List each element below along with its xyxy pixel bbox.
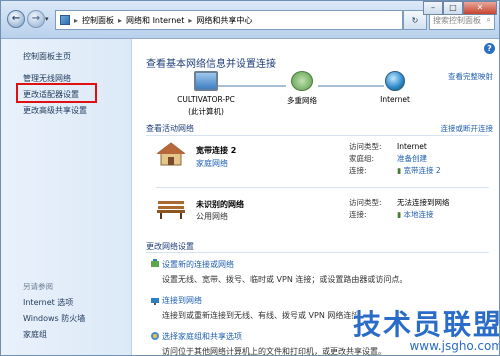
refresh-icon: ↻ (411, 15, 419, 25)
window-controls: – □ ✕ (423, 1, 497, 15)
network-home: 宽带连接 2 家庭网络 访问类型: Internet 家庭组: 准备创建 连接: ▮ … (156, 141, 441, 181)
see-also-heading: 另请参阅 (23, 282, 53, 291)
highlight-box (16, 83, 97, 103)
watermark: 技术员联盟 www.jsgho.com (352, 303, 500, 353)
breadcrumb-control-panel[interactable]: 控制面板 (82, 15, 114, 26)
close-button[interactable]: ✕ (463, 1, 497, 15)
watermark-text: 技术员联盟 (352, 308, 500, 341)
connect-disconnect-link[interactable]: 连接或断开连接 (441, 123, 494, 134)
network-type-home-link[interactable]: 家庭网络 (196, 158, 228, 169)
breadcrumb-network-internet[interactable]: 网络和 Internet (126, 15, 184, 26)
network-name-unidentified: 未识别的网络 (196, 200, 244, 209)
globe-icon (385, 71, 405, 91)
map-node-multiple-networks[interactable]: 多重网络 (272, 71, 332, 106)
breadcrumb-network-sharing-center[interactable]: 网络和共享中心 (196, 15, 252, 26)
new-connection-icon (151, 259, 159, 267)
back-button[interactable]: ← (7, 10, 25, 28)
task-setup-connection: 设置新的连接或网络 设置无线、宽带、拨号、临时或 VPN 连接；或设置路由器或访… (151, 259, 452, 285)
sidebar: 控制面板主页 管理无线网络 更改适配器设置 更改高级共享设置 另请参阅 Inte… (1, 39, 132, 355)
broadband-connection-link[interactable]: 宽带连接 2 (404, 166, 441, 175)
maximize-button[interactable]: □ (443, 1, 463, 15)
sidebar-item-homegroup[interactable]: 家庭组 (23, 329, 47, 340)
homegroup-icon (151, 332, 159, 340)
minimize-button[interactable]: – (423, 1, 443, 15)
active-networks-heading: 查看活动网络 (146, 124, 194, 133)
network-type-public: 公用网络 (196, 212, 228, 221)
change-settings-heading: 更改网络设置 (146, 242, 194, 251)
public-network-bench-icon (157, 201, 185, 219)
search-icon: ⌕ (486, 15, 491, 24)
page-title: 查看基本网络信息并设置连接 (146, 59, 276, 70)
network-map: CULTIVATOR-PC (此计算机) 多重网络 Internet (146, 71, 486, 121)
address-bar[interactable]: ▸ 控制面板 ▸ 网络和 Internet ▸ 网络和共享中心 (55, 10, 403, 30)
home-network-icon (156, 142, 186, 166)
network-hub-icon (291, 71, 313, 91)
homegroup-ready-link[interactable]: 准备创建 (397, 154, 427, 163)
help-icon[interactable]: ? (484, 43, 495, 54)
network-sharing-center-window: ← → ▾ ▸ 控制面板 ▸ 网络和 Internet ▸ 网络和共享中心 ↻ … (0, 0, 500, 356)
sidebar-item-control-panel-home[interactable]: 控制面板主页 (23, 51, 71, 62)
network-unidentified: 未识别的网络 公用网络 访问类型: 无法连接到网络 连接: ▮ 本地连接 (156, 197, 450, 233)
connect-network-icon (151, 298, 159, 305)
computer-icon (194, 71, 218, 91)
map-node-pc[interactable]: CULTIVATOR-PC (此计算机) (166, 71, 246, 117)
setup-connection-link[interactable]: 设置新的连接或网络 (162, 259, 452, 270)
sidebar-item-advanced-sharing[interactable]: 更改高级共享设置 (23, 105, 87, 116)
network-name-broadband: 宽带连接 2 (196, 146, 237, 155)
map-node-internet[interactable]: Internet (370, 71, 420, 104)
network-properties: 访问类型: 无法连接到网络 连接: ▮ 本地连接 (349, 198, 450, 219)
connection-icon: ▮ (397, 210, 402, 219)
title-bar: ← → ▾ ▸ 控制面板 ▸ 网络和 Internet ▸ 网络和共享中心 ↻ … (1, 1, 499, 39)
main-content: ? 查看基本网络信息并设置连接 查看完整映射 CULTIVATOR-PC (此计… (132, 39, 499, 355)
sidebar-item-internet-options[interactable]: Internet 选项 (23, 297, 73, 308)
connection-icon: ▮ (397, 166, 402, 175)
control-panel-icon (60, 15, 70, 25)
recent-pages-dropdown-icon[interactable]: ▾ (45, 15, 49, 23)
local-connection-link[interactable]: 本地连接 (404, 210, 434, 219)
forward-button[interactable]: → (27, 10, 45, 28)
sidebar-item-windows-firewall[interactable]: Windows 防火墙 (23, 313, 85, 324)
network-properties: 访问类型: Internet 家庭组: 准备创建 连接: ▮ 宽带连接 2 (349, 142, 441, 175)
